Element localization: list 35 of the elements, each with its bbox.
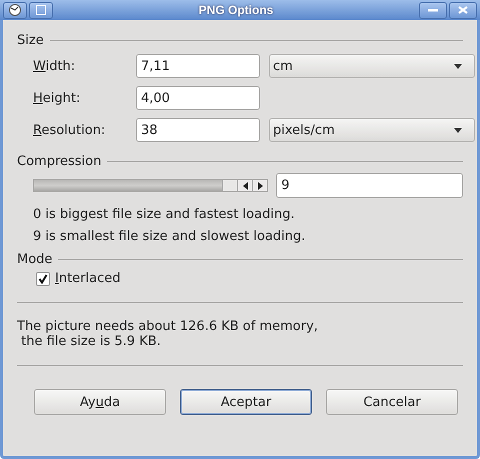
hint-text: 0 is biggest file size and fastest loading. [32, 206, 296, 224]
input-field[interactable]: 7,11 [136, 54, 260, 78]
section-title: Size [17, 32, 44, 48]
section-title: Mode [17, 252, 52, 266]
hint-text: 9 is smallest file size and slowest loading. [32, 228, 306, 246]
checkbox-label[interactable]: Interlaced [55, 271, 120, 286]
slider-thumb[interactable] [222, 180, 238, 191]
caret-icon [454, 128, 462, 132]
square-icon [35, 4, 47, 16]
shade-button[interactable] [29, 2, 53, 18]
field-label: Height: [33, 90, 82, 106]
dialog-button[interactable]: Aceptar [180, 389, 312, 415]
info-text: The picture needs about 126.6 KB of memory, the file size is 5.9 KB. [17, 319, 319, 349]
unit-dropdown[interactable]: pixels/cm [269, 118, 475, 142]
unit-dropdown[interactable]: cm [269, 54, 475, 78]
field-label: Resolution: [33, 122, 106, 138]
input-field[interactable]: 4,00 [136, 86, 260, 110]
field-label: Width: [33, 58, 76, 74]
section-title: Compression [17, 154, 102, 168]
close-icon [456, 4, 469, 16]
caret-icon [454, 64, 462, 68]
window-menu-button[interactable] [3, 2, 27, 18]
left-arrow-button[interactable] [237, 180, 252, 191]
left-triangle-icon [242, 182, 248, 190]
close-button[interactable] [448, 2, 477, 18]
right-arrow-button[interactable] [252, 180, 268, 191]
checkbox[interactable] [36, 272, 50, 286]
input-field[interactable]: 38 [136, 118, 260, 142]
minimize-button[interactable] [418, 2, 447, 18]
window-title: PNG Options [198, 3, 274, 17]
clock-icon [8, 4, 22, 16]
dialog-button[interactable]: Ayuda [34, 389, 166, 415]
input-field[interactable]: 9 [276, 173, 463, 198]
right-triangle-icon [258, 182, 263, 190]
dialog-button[interactable]: Cancelar [326, 389, 458, 415]
